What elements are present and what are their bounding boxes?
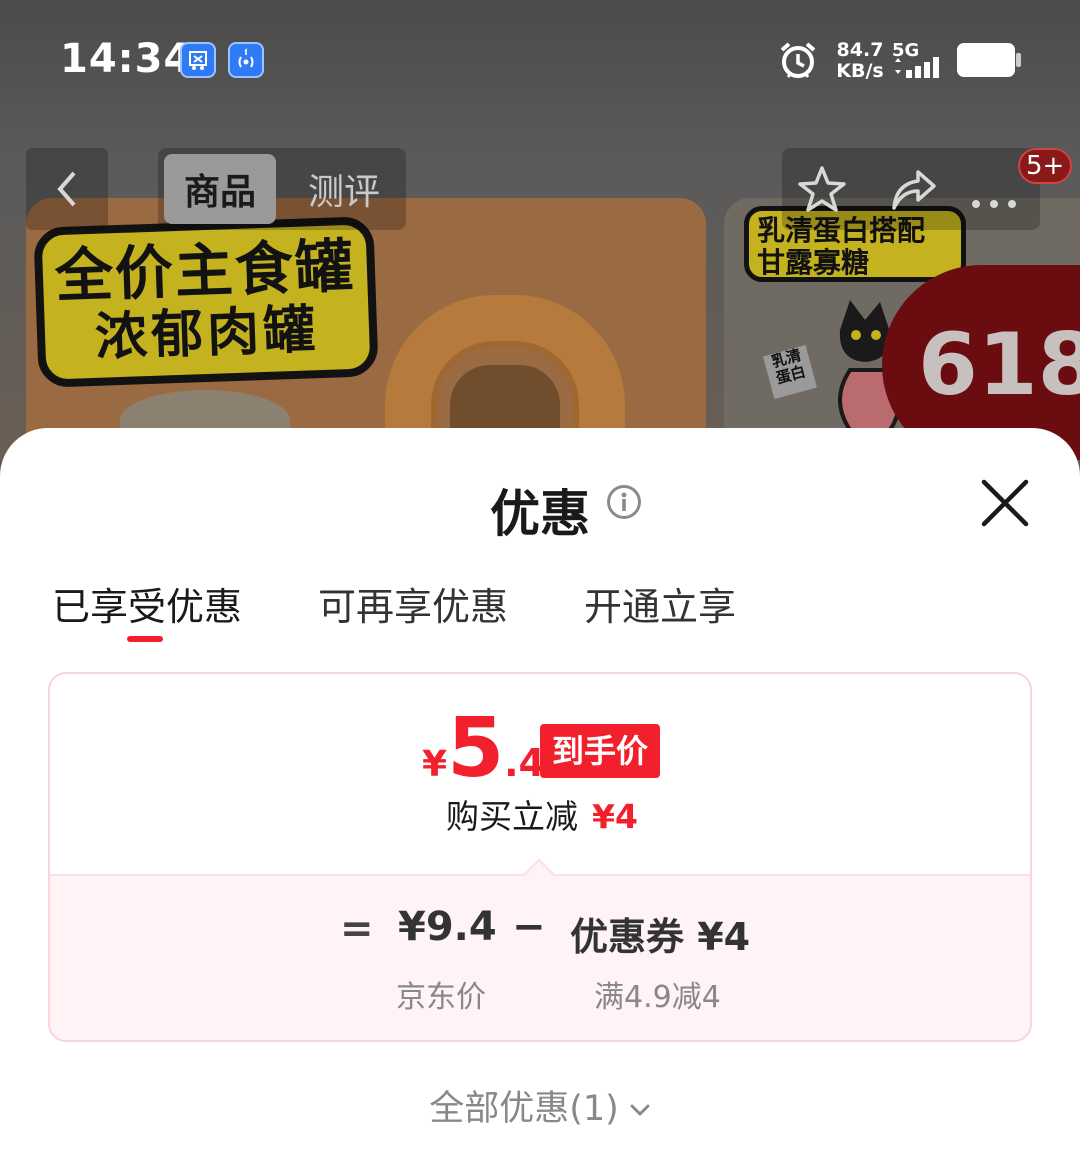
product-nav-tabs: 商品 测评 xyxy=(158,148,406,230)
sheet-title: 优惠 xyxy=(490,485,590,543)
instant-discount: 购买立减 ¥4 xyxy=(50,790,1030,838)
all-offers-toggle[interactable]: 全部优惠(1) xyxy=(0,1080,1080,1131)
tab-more-available[interactable]: 可再享优惠 xyxy=(318,576,508,631)
tab-review[interactable]: 测评 xyxy=(288,154,400,224)
back-button[interactable] xyxy=(26,148,108,230)
main-sticker: 全价主食罐 浓郁肉罐 xyxy=(33,216,379,388)
discount-tabs: 已享受优惠 可再享优惠 开通立享 xyxy=(0,576,1080,646)
final-price: ¥5.4 xyxy=(422,708,545,790)
status-time: 14:34 xyxy=(60,36,193,82)
equals-sign: = xyxy=(340,906,374,952)
close-icon[interactable] xyxy=(972,470,1038,536)
main-sticker-line1: 全价主食罐 xyxy=(53,231,357,311)
network-speed-unit: KB/s xyxy=(836,60,884,82)
tab-enjoyed[interactable]: 已享受优惠 xyxy=(52,576,242,631)
tab-product[interactable]: 商品 xyxy=(164,154,276,224)
instant-discount-label: 购买立减 xyxy=(446,797,579,836)
info-icon[interactable] xyxy=(606,484,642,520)
screenshot-app-icon xyxy=(180,42,216,78)
coupon-condition: 满4.9减4 xyxy=(594,980,721,1015)
price-breakdown: = ¥9.4 − 优惠券 ¥4 京东价 满4.9减4 xyxy=(50,874,1030,1040)
final-price-tag: 到手价 xyxy=(540,724,661,778)
message-badge: 5+ xyxy=(1018,148,1073,184)
signal-icon xyxy=(895,57,939,78)
more-icon[interactable] xyxy=(968,164,1020,216)
battery-icon xyxy=(957,43,1021,77)
instant-discount-amount: ¥4 xyxy=(592,797,638,836)
broadcast-app-icon xyxy=(228,42,264,78)
main-sticker-line2: 浓郁肉罐 xyxy=(94,300,321,368)
discount-sheet: 优惠 已享受优惠 可再享优惠 开通立享 ¥5.4 到手价 购买立减 ¥4 = ¥9… xyxy=(0,428,1080,1170)
currency-symbol: ¥ xyxy=(422,744,448,785)
status-bar: 14:34 84.7 KB/s 5G xyxy=(0,0,1080,120)
price-card: ¥5.4 到手价 购买立减 ¥4 = ¥9.4 − 优惠券 ¥4 京东价 满4.9… xyxy=(48,672,1032,1042)
minus-sign: − xyxy=(512,904,546,950)
star-icon[interactable] xyxy=(796,164,848,216)
jd-price-value: ¥9.4 xyxy=(398,904,497,950)
all-offers-label: 全部优惠(1) xyxy=(429,1089,619,1129)
share-icon[interactable] xyxy=(888,164,940,216)
price-decimal: .4 xyxy=(504,741,546,785)
product-page-background: 全价主食罐 浓郁肉罐 乳清蛋白搭配 甘露寡糖 乳清蛋白 618 14:34 84… xyxy=(0,0,1080,460)
coupon-value: 优惠券 ¥4 xyxy=(570,915,751,959)
price-integer: 5 xyxy=(447,701,505,796)
sheet-header: 优惠 xyxy=(0,474,1080,546)
tab-activate[interactable]: 开通立享 xyxy=(584,576,736,631)
tab-underline xyxy=(127,636,163,642)
final-price-row: ¥5.4 到手价 xyxy=(50,704,1030,794)
chevron-down-icon xyxy=(630,1104,650,1116)
network-speed-value: 84.7 xyxy=(836,39,884,61)
network-speed: 84.7 KB/s xyxy=(830,40,890,82)
nav-actions xyxy=(782,148,1040,230)
jd-price-label: 京东价 xyxy=(396,980,486,1015)
side-sticker-line2: 甘露寡糖 xyxy=(757,246,870,279)
alarm-icon xyxy=(780,42,816,78)
chevron-left-icon xyxy=(57,171,76,207)
